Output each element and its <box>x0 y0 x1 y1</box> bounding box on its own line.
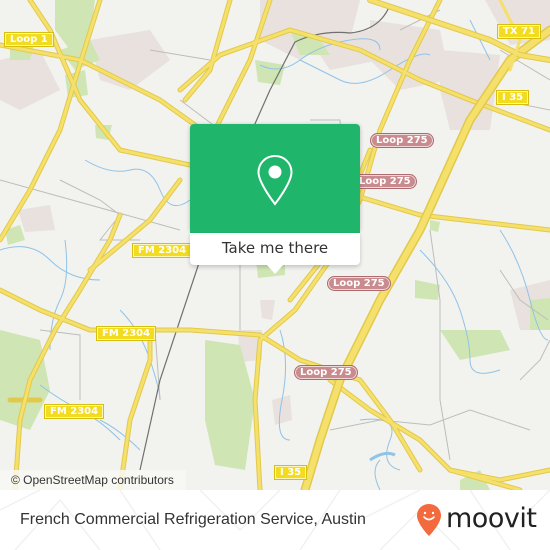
moovit-pin-smile-icon <box>417 504 441 536</box>
shield-loop-275: Loop 275 <box>327 276 391 291</box>
shield-fm-2304: FM 2304 <box>96 326 157 341</box>
place-name: French Commercial Refrigeration Service,… <box>20 511 366 528</box>
map-attribution[interactable]: © OpenStreetMap contributors <box>0 470 186 490</box>
footer-bar: French Commercial Refrigeration Service,… <box>0 490 550 550</box>
location-popup: Take me there <box>190 124 360 274</box>
shield-i-35: I 35 <box>274 465 308 480</box>
shield-i-35: I 35 <box>496 90 530 105</box>
shield-loop-275: Loop 275 <box>353 174 417 189</box>
shield-loop-275: Loop 275 <box>370 133 434 148</box>
shield-loop-275: Loop 275 <box>294 365 358 380</box>
shield-loop-1: Loop 1 <box>4 32 54 47</box>
shield-tx-71: TX 71 <box>497 24 541 39</box>
popup-pointer <box>267 265 283 274</box>
popup-header <box>190 124 360 233</box>
shield-fm-2304: FM 2304 <box>44 404 105 419</box>
shield-fm-2304: FM 2304 <box>132 243 193 258</box>
map-pin-icon <box>257 154 293 206</box>
moovit-wordmark: moovit <box>446 503 537 534</box>
take-me-there-button[interactable]: Take me there <box>190 233 360 265</box>
